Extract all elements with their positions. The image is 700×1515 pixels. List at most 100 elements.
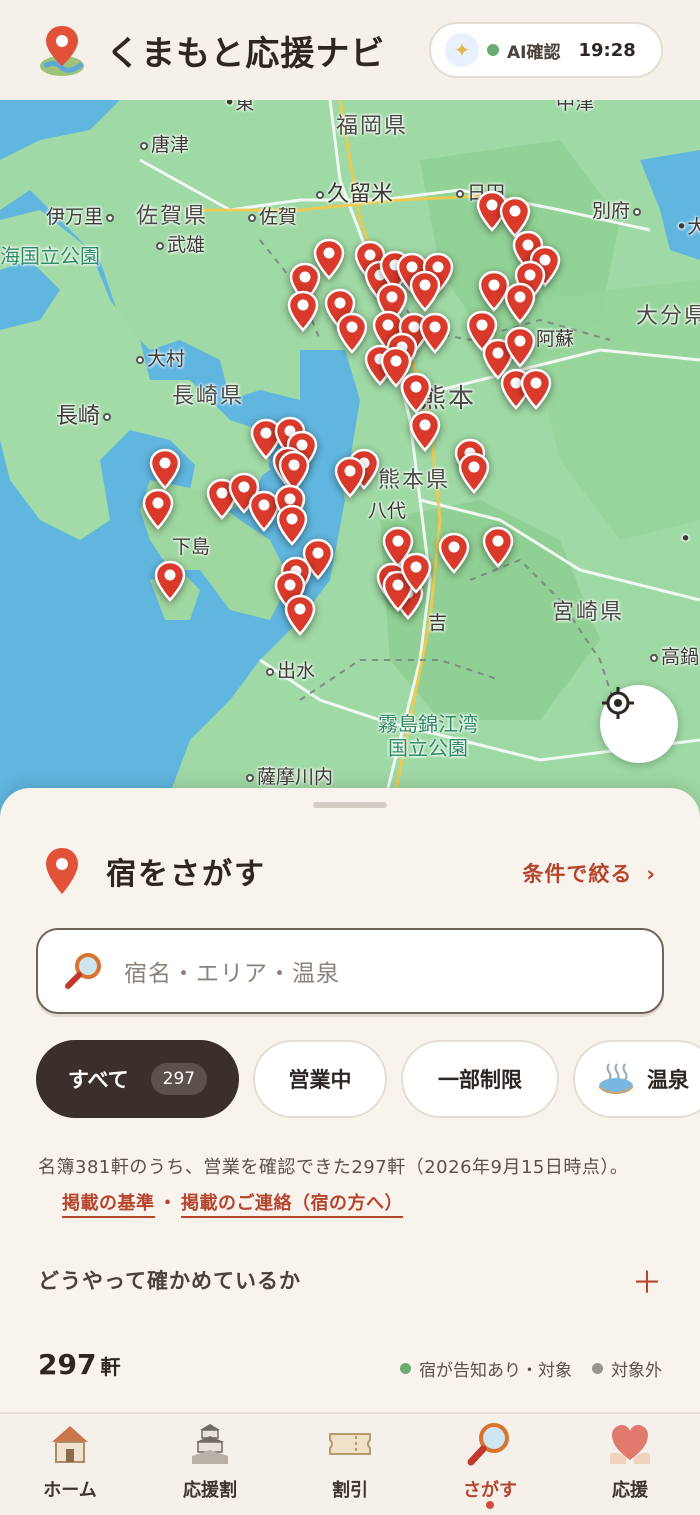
ai-status-pill[interactable]: ✦ AI確認 19:28 bbox=[429, 22, 663, 78]
map-label-hitoyoshi: 吉 bbox=[428, 612, 448, 634]
legend-other-label: 対象外 bbox=[611, 1361, 662, 1381]
map-label-omura: 大村 bbox=[136, 344, 185, 371]
map-pin[interactable] bbox=[142, 488, 174, 530]
map-label-karatsu: 唐津 bbox=[140, 130, 189, 157]
map-label-partial-right-2: • bbox=[680, 528, 692, 550]
result-count-unit: 軒 bbox=[100, 1355, 121, 1379]
chip-partial[interactable]: 一部制限 bbox=[401, 1040, 559, 1118]
map-label-fukuoka: 福岡県 bbox=[336, 114, 409, 139]
map-label-saga: 佐賀 bbox=[248, 202, 297, 229]
sheet-drag-handle[interactable] bbox=[313, 802, 387, 808]
map-label-kurume: 久留米 bbox=[316, 176, 393, 208]
how-we-verify-label: どうやって確かめているか bbox=[38, 1269, 301, 1293]
search-placeholder: 宿名・エリア・温泉 bbox=[124, 961, 340, 987]
map-label-saga-pref: 佐賀県 bbox=[136, 204, 209, 229]
map-pin[interactable] bbox=[334, 456, 366, 498]
map-label-miyazaki-pref: 宮崎県 bbox=[552, 600, 625, 625]
magnifier-icon bbox=[64, 951, 104, 991]
filter-chips: すべて 297 営業中 一部制限 温泉 bbox=[36, 1040, 700, 1120]
map-pin[interactable] bbox=[482, 526, 514, 568]
map-label-shimoshima: 下島 bbox=[172, 536, 211, 558]
map-label-yatsushiro: 八代 bbox=[368, 500, 407, 522]
search-input[interactable]: 宿名・エリア・温泉 bbox=[36, 928, 664, 1014]
nav-search-label: さがす bbox=[463, 1480, 517, 1501]
map-label-partial-top: •東 bbox=[224, 100, 255, 114]
nav-home[interactable]: ホーム bbox=[0, 1414, 140, 1515]
onsen-icon bbox=[597, 1062, 635, 1096]
search-sheet: 宿をさがす 条件で絞る › 宿名・エリア・温泉 すべて 297 営業中 一部制限 bbox=[0, 788, 700, 1418]
map-pin[interactable] bbox=[284, 594, 316, 636]
chip-open-label: 営業中 bbox=[288, 1068, 352, 1092]
status-dot bbox=[487, 44, 499, 56]
map-pin[interactable] bbox=[419, 312, 451, 354]
map-pin[interactable] bbox=[409, 270, 441, 312]
map-label-beppu: 別府 bbox=[592, 196, 644, 223]
map-label-kumamoto-pref: 熊本県 bbox=[378, 468, 451, 493]
chip-partial-label: 一部制限 bbox=[438, 1068, 522, 1092]
map-pin[interactable] bbox=[409, 410, 441, 452]
filter-link-label: 条件で絞る bbox=[522, 862, 633, 886]
result-count-row: 297 軒 宿が告知あり・対象 対象外 bbox=[38, 1348, 662, 1381]
map-pin[interactable] bbox=[504, 282, 536, 324]
map-pin[interactable] bbox=[154, 560, 186, 602]
map-label-izumi: 出水 bbox=[266, 656, 315, 683]
map-label-takanabe: 高鍋 bbox=[650, 642, 699, 669]
map-pin[interactable] bbox=[287, 290, 319, 332]
location-pin-icon bbox=[46, 848, 78, 894]
map-label-oita: 大分県 bbox=[636, 304, 700, 329]
map-pin[interactable] bbox=[504, 326, 536, 368]
contact-link[interactable]: 掲載のご連絡（宿の方へ） bbox=[181, 1193, 403, 1218]
chip-all-label: すべて bbox=[67, 1068, 129, 1092]
expand-plus-icon: ＋ bbox=[632, 1266, 662, 1301]
map-pin[interactable] bbox=[149, 448, 181, 490]
chip-all[interactable]: すべて 297 bbox=[36, 1040, 239, 1118]
chip-all-count: 297 bbox=[150, 1063, 208, 1095]
status-time: 19:28 bbox=[578, 39, 636, 61]
chip-onsen[interactable]: 温泉 bbox=[573, 1040, 700, 1118]
map-label-kaiko: 海国立公園 bbox=[0, 244, 100, 268]
how-we-verify-accordion[interactable]: どうやって確かめているか ＋ bbox=[38, 1258, 662, 1302]
map-label-aso: 阿蘇 bbox=[536, 328, 575, 350]
map-label-nagasaki-pref: 長崎県 bbox=[172, 384, 245, 409]
magnifier-nav-icon bbox=[466, 1420, 514, 1468]
app-title: くまもと応援ナビ bbox=[106, 33, 386, 74]
filter-conditions-link[interactable]: 条件で絞る › bbox=[522, 858, 656, 888]
link-separator: ・ bbox=[158, 1193, 177, 1214]
nav-support[interactable]: 応援 bbox=[560, 1414, 700, 1515]
result-count-number: 297 bbox=[38, 1348, 97, 1381]
nav-home-label: ホーム bbox=[43, 1480, 97, 1501]
chip-onsen-label: 温泉 bbox=[647, 1068, 689, 1092]
map-label-partial-top-right: 中津 bbox=[556, 100, 595, 114]
nav-discount[interactable]: 割引 bbox=[280, 1414, 420, 1515]
pin-legend: 宿が告知あり・対象 対象外 bbox=[400, 1356, 662, 1381]
legend-other-dot bbox=[592, 1363, 603, 1374]
map-pin[interactable] bbox=[400, 372, 432, 414]
listing-notice: 名簿381軒のうち、営業を確認できた297軒（2026年9月15日時点）。 掲載… bbox=[38, 1150, 658, 1222]
map-pin[interactable] bbox=[520, 368, 552, 410]
sparkle-icon: ✦ bbox=[445, 33, 479, 67]
nav-support-discount[interactable]: 応援割 bbox=[140, 1414, 280, 1515]
nav-search[interactable]: さがす bbox=[420, 1414, 560, 1515]
map-pin[interactable] bbox=[438, 532, 470, 574]
nav-support-discount-label: 応援割 bbox=[183, 1480, 237, 1501]
map-view[interactable]: •東 福岡県 中津 唐津 久留米 日田 別府 伊万里 佐賀県 佐賀 武雄 海国立… bbox=[0, 100, 700, 820]
castle-icon bbox=[186, 1420, 234, 1468]
map-pin[interactable] bbox=[458, 452, 490, 494]
ticket-icon bbox=[326, 1420, 374, 1468]
bottom-nav: ホーム 応援割 割引 さがす 応援 bbox=[0, 1412, 700, 1515]
map-pin[interactable] bbox=[400, 552, 432, 594]
crosshair-icon bbox=[602, 687, 634, 719]
ai-status-label: AI確認 bbox=[507, 42, 561, 63]
nav-support-label: 応援 bbox=[612, 1480, 648, 1501]
heart-hands-icon bbox=[606, 1420, 654, 1468]
criteria-link[interactable]: 掲載の基準 bbox=[62, 1193, 155, 1218]
notice-text: 名簿381軒のうち、営業を確認できた297軒（2026年9月15日時点）。 bbox=[38, 1157, 629, 1178]
map-label-takeo: 武雄 bbox=[156, 230, 205, 257]
legend-target-dot bbox=[400, 1363, 411, 1374]
map-label-kirishima: 霧島錦江湾 国立公園 bbox=[378, 712, 478, 760]
chevron-right-icon: › bbox=[646, 862, 656, 886]
locate-button[interactable] bbox=[600, 685, 678, 763]
house-icon bbox=[46, 1420, 94, 1468]
chip-open[interactable]: 営業中 bbox=[253, 1040, 387, 1118]
app-header: くまもと応援ナビ ✦ AI確認 19:28 bbox=[0, 0, 700, 100]
